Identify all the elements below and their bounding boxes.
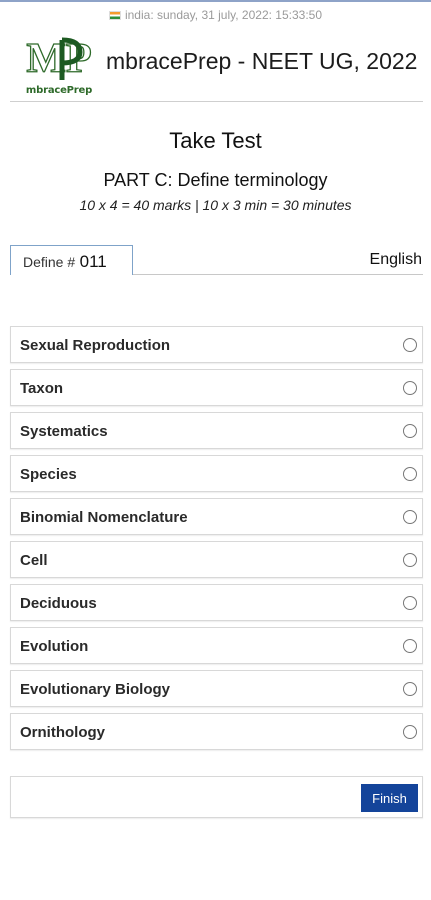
radio-button[interactable] <box>403 338 417 352</box>
app-header: MP mbracePrep mbracePrep - NEET UG, 2022 <box>0 30 431 96</box>
option-row[interactable]: Deciduous <box>10 584 423 621</box>
option-label: Sexual Reproduction <box>20 337 171 354</box>
radio-button[interactable] <box>403 725 417 739</box>
tab-define-question[interactable]: Define # 011 <box>10 245 133 275</box>
option-label: Species <box>20 466 77 483</box>
logo-letter-m: MP <box>26 36 91 82</box>
header-divider <box>10 101 423 102</box>
option-row[interactable]: Evolutionary Biology <box>10 670 423 707</box>
language-selector[interactable]: English <box>370 251 422 269</box>
option-row[interactable]: Evolution <box>10 627 423 664</box>
page-title: Take Test <box>169 128 262 153</box>
date-time-text: india: sunday, 31 july, 2022: 15:33:50 <box>124 8 323 22</box>
option-row[interactable]: Species <box>10 455 423 492</box>
option-row[interactable]: Systematics <box>10 412 423 449</box>
radio-button[interactable] <box>403 639 417 653</box>
footer-actions: Finish <box>10 776 423 818</box>
option-label: Taxon <box>20 380 64 397</box>
radio-button[interactable] <box>403 467 417 481</box>
finish-button[interactable]: Finish <box>361 784 418 812</box>
question-number: 011 <box>79 252 107 271</box>
radio-button[interactable] <box>403 381 417 395</box>
option-label: Evolution <box>20 638 89 655</box>
logo-mark-icon: MP <box>26 35 93 82</box>
option-label: Cell <box>20 552 48 569</box>
option-label: Deciduous <box>20 595 97 612</box>
part-title: PART C: Define terminology <box>103 170 328 190</box>
option-label: Evolutionary Biology <box>20 681 171 698</box>
option-label: Systematics <box>20 423 108 440</box>
option-row[interactable]: Sexual Reproduction <box>10 326 423 363</box>
option-row[interactable]: Taxon <box>10 369 423 406</box>
radio-button[interactable] <box>403 596 417 610</box>
top-accent-line <box>0 0 431 2</box>
radio-button[interactable] <box>403 553 417 567</box>
radio-button[interactable] <box>403 510 417 524</box>
radio-button[interactable] <box>403 682 417 696</box>
india-flag-icon <box>108 11 121 20</box>
mbraceprep-logo[interactable]: MP mbracePrep <box>24 35 94 96</box>
marks-info: 10 x 4 = 40 marks | 10 x 3 min = 30 minu… <box>79 197 352 213</box>
option-label: Binomial Nomenclature <box>20 509 188 526</box>
option-label: Ornithology <box>20 724 105 741</box>
answer-options-list: Sexual Reproduction Taxon Systematics Sp… <box>10 326 423 756</box>
option-row[interactable]: Cell <box>10 541 423 578</box>
logo-wordmark: mbracePrep <box>25 85 93 96</box>
date-time-bar: india: sunday, 31 july, 2022: 15:33:50 <box>0 8 431 22</box>
tab-label: Define # <box>23 254 76 270</box>
option-row[interactable]: Ornithology <box>10 713 423 750</box>
radio-button[interactable] <box>403 424 417 438</box>
option-row[interactable]: Binomial Nomenclature <box>10 498 423 535</box>
app-title: mbracePrep - NEET UG, 2022 <box>106 48 418 74</box>
